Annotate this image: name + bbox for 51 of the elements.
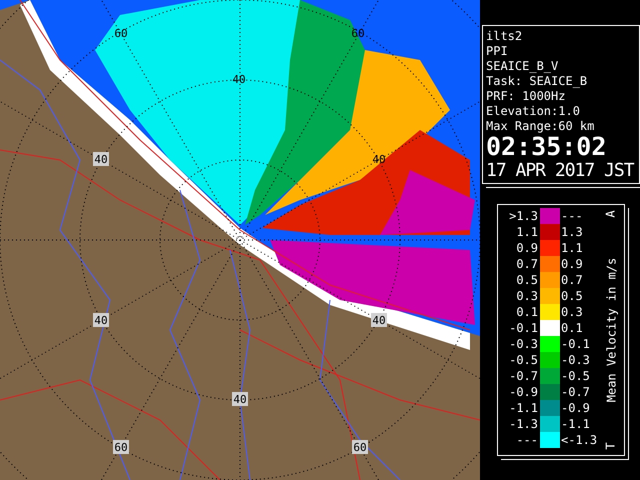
legend-title: Mean Velocity in m/s [604,258,618,402]
info-text: Max Range:60 km [486,119,596,134]
legend-label: -0.3 [508,337,539,351]
legend-label: -0.3 [560,353,591,367]
range-label: 40 [372,153,386,166]
range-label: 60 [352,440,368,454]
legend-label: 0.3 [515,289,539,303]
info-text: Task: SEAICE_B [486,74,588,89]
range-label: 60 [113,440,129,454]
legend-label: 0.1 [515,305,539,319]
range-label: 40 [232,392,248,406]
info-text: PRF: 1000Hz [486,89,566,104]
time-text: 02:35:02 [486,134,608,160]
legend-mark: T [605,442,617,450]
info-text: PPI [486,44,509,59]
range-label: 40 [93,152,109,166]
legend-label: -0.7 [508,369,539,383]
legend-label: 0.7 [560,273,584,287]
legend-label: 1.1 [560,241,584,255]
legend-label: -1.3 [508,417,539,431]
info-text: ilts2 [486,29,524,44]
legend-label: -0.1 [560,337,591,351]
date-text: 17 APR 2017 JST [486,160,636,181]
legend-label: 0.9 [560,257,584,271]
legend-label: 0.7 [515,257,539,271]
legend-label: 1.1 [515,225,539,239]
range-label: 40 [93,313,109,327]
legend-label: 0.1 [560,321,584,335]
legend-label: 0.3 [560,305,584,319]
legend-label: -0.7 [560,385,591,399]
info-text: Elevation:1.0 [486,104,581,119]
legend-label: -0.5 [560,369,591,383]
legend-label: >1.3 [508,209,539,223]
legend-label: -1.1 [508,401,539,415]
legend-label: <-1.3 [560,433,598,447]
range-label: 60 [114,27,128,40]
range-label: 40 [232,73,246,86]
range-label: 40 [371,313,387,327]
legend-mark: A [605,210,617,218]
legend-label: --- [560,209,584,223]
legend-label: -0.9 [508,385,539,399]
legend-label: 0.5 [560,289,584,303]
legend-label: --- [515,433,539,447]
legend-label: 0.9 [515,241,539,255]
info-text: SEAICE_B_V [486,59,560,74]
legend-label: -1.1 [560,417,591,431]
legend-label: -0.5 [508,353,539,367]
legend-label: -0.1 [508,321,539,335]
legend-label: -0.9 [560,401,591,415]
legend-label: 1.3 [560,225,584,239]
legend-label: 0.5 [515,273,539,287]
